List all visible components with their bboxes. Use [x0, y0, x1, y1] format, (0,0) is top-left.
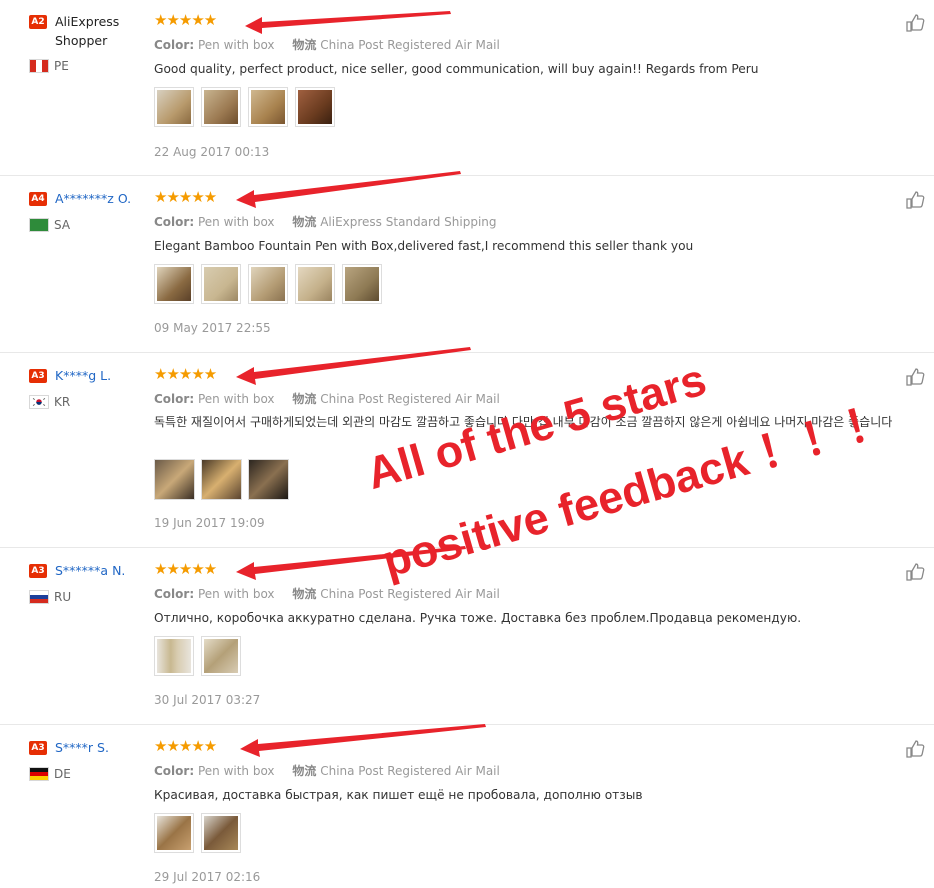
review-date: 22 Aug 2017 00:13: [154, 145, 270, 159]
order-info: Color: Pen with box 物流 China Post Regist…: [154, 36, 500, 53]
reviewer-country: SA: [54, 218, 71, 232]
review-photos: [154, 459, 289, 500]
thumbs-up-icon[interactable]: [905, 13, 925, 33]
review-item: A4 A*******z O. SA ★★★★★ Color: Pen with…: [0, 176, 934, 353]
review-text: Elegant Bamboo Fountain Pen with Box,del…: [154, 239, 694, 253]
star-rating: ★★★★★: [154, 737, 217, 755]
star-rating: ★★★★★: [154, 188, 217, 206]
reviewer-name[interactable]: A*******z O.: [55, 189, 165, 208]
shipping-value: China Post Registered Air Mail: [320, 38, 500, 52]
review-date: 30 Jul 2017 03:27: [154, 693, 261, 707]
shipping-value: China Post Registered Air Mail: [320, 392, 500, 406]
review-date: 09 May 2017 22:55: [154, 321, 271, 335]
photo-thumbnail[interactable]: [248, 459, 289, 500]
review-photos: [154, 636, 241, 676]
photo-thumbnail[interactable]: [154, 264, 194, 304]
order-info: Color: Pen with box 物流 China Post Regist…: [154, 585, 500, 602]
shipping-label: 物流: [292, 587, 317, 601]
color-value: Pen with box: [197, 38, 275, 52]
review-item: A3 S****r S. DE ★★★★★ Color: Pen with bo…: [0, 725, 934, 888]
photo-thumbnail[interactable]: [154, 87, 194, 127]
buyer-level-badge: A2: [29, 15, 47, 29]
reviewer-country: RU: [54, 590, 72, 604]
color-label: Color:: [154, 38, 195, 52]
photo-thumbnail[interactable]: [201, 87, 241, 127]
photo-thumbnail[interactable]: [295, 264, 335, 304]
review-photos: [154, 813, 241, 853]
review-photos: [154, 264, 382, 304]
color-value: Pen with box: [197, 587, 275, 601]
reviewer-country: DE: [54, 767, 71, 781]
photo-thumbnail[interactable]: [248, 87, 288, 127]
shipping-label: 物流: [292, 392, 317, 406]
reviewer-country: PE: [54, 59, 69, 73]
reviewer-name[interactable]: K****g L.: [55, 366, 150, 385]
photo-thumbnail[interactable]: [295, 87, 335, 127]
color-value: Pen with box: [197, 764, 275, 778]
shipping-value: AliExpress Standard Shipping: [320, 215, 497, 229]
thumbs-up-icon[interactable]: [905, 367, 925, 387]
photo-thumbnail[interactable]: [154, 636, 194, 676]
order-info: Color: Pen with box 物流 China Post Regist…: [154, 762, 500, 779]
photo-thumbnail[interactable]: [248, 264, 288, 304]
buyer-level-badge: A3: [29, 369, 47, 383]
flag-icon: [29, 395, 49, 409]
color-label: Color:: [154, 215, 195, 229]
review-item: A2 AliExpress Shopper PE ★★★★★ Color: Pe…: [0, 0, 934, 176]
review-text: Good quality, perfect product, nice sell…: [154, 62, 759, 76]
reviewer-name[interactable]: S******a N.: [55, 561, 150, 580]
shipping-label: 物流: [292, 215, 317, 229]
reviewer-name[interactable]: S****r S.: [55, 738, 150, 757]
photo-thumbnail[interactable]: [154, 459, 195, 500]
review-photos: [154, 87, 335, 127]
review-text: Отлично, коробочка аккуратно сделана. Ру…: [154, 611, 802, 625]
photo-thumbnail[interactable]: [201, 264, 241, 304]
review-date: 19 Jun 2017 19:09: [154, 516, 265, 530]
reviewer-name: AliExpress Shopper: [55, 14, 120, 48]
buyer-level-badge: A3: [29, 741, 47, 755]
thumbs-up-icon[interactable]: [905, 739, 925, 759]
photo-thumbnail[interactable]: [201, 813, 241, 853]
color-value: Pen with box: [197, 215, 275, 229]
photo-thumbnail[interactable]: [201, 459, 242, 500]
review-item: A3 S******a N. RU ★★★★★ Color: Pen with …: [0, 548, 934, 725]
reviewer-country: KR: [54, 395, 71, 409]
flag-icon: [29, 218, 49, 232]
order-info: Color: Pen with box 物流 China Post Regist…: [154, 390, 500, 407]
shipping-value: China Post Registered Air Mail: [320, 764, 500, 778]
star-rating: ★★★★★: [154, 11, 217, 29]
shipping-value: China Post Registered Air Mail: [320, 587, 500, 601]
color-value: Pen with box: [197, 392, 275, 406]
color-label: Color:: [154, 764, 195, 778]
review-text: Красивая, доставка быстрая, как пишет ещ…: [154, 788, 643, 802]
photo-thumbnail[interactable]: [201, 636, 241, 676]
photo-thumbnail[interactable]: [342, 264, 382, 304]
star-rating: ★★★★★: [154, 365, 217, 383]
flag-icon: [29, 590, 49, 604]
color-label: Color:: [154, 392, 195, 406]
color-label: Color:: [154, 587, 195, 601]
thumbs-up-icon[interactable]: [905, 190, 925, 210]
star-rating: ★★★★★: [154, 560, 217, 578]
flag-icon: [29, 59, 49, 73]
shipping-label: 物流: [292, 38, 317, 52]
photo-thumbnail[interactable]: [154, 813, 194, 853]
thumbs-up-icon[interactable]: [905, 562, 925, 582]
buyer-level-badge: A3: [29, 564, 47, 578]
shipping-label: 物流: [292, 764, 317, 778]
review-date: 29 Jul 2017 02:16: [154, 870, 261, 884]
buyer-level-badge: A4: [29, 192, 47, 206]
order-info: Color: Pen with box 物流 AliExpress Standa…: [154, 213, 497, 230]
flag-icon: [29, 767, 49, 781]
